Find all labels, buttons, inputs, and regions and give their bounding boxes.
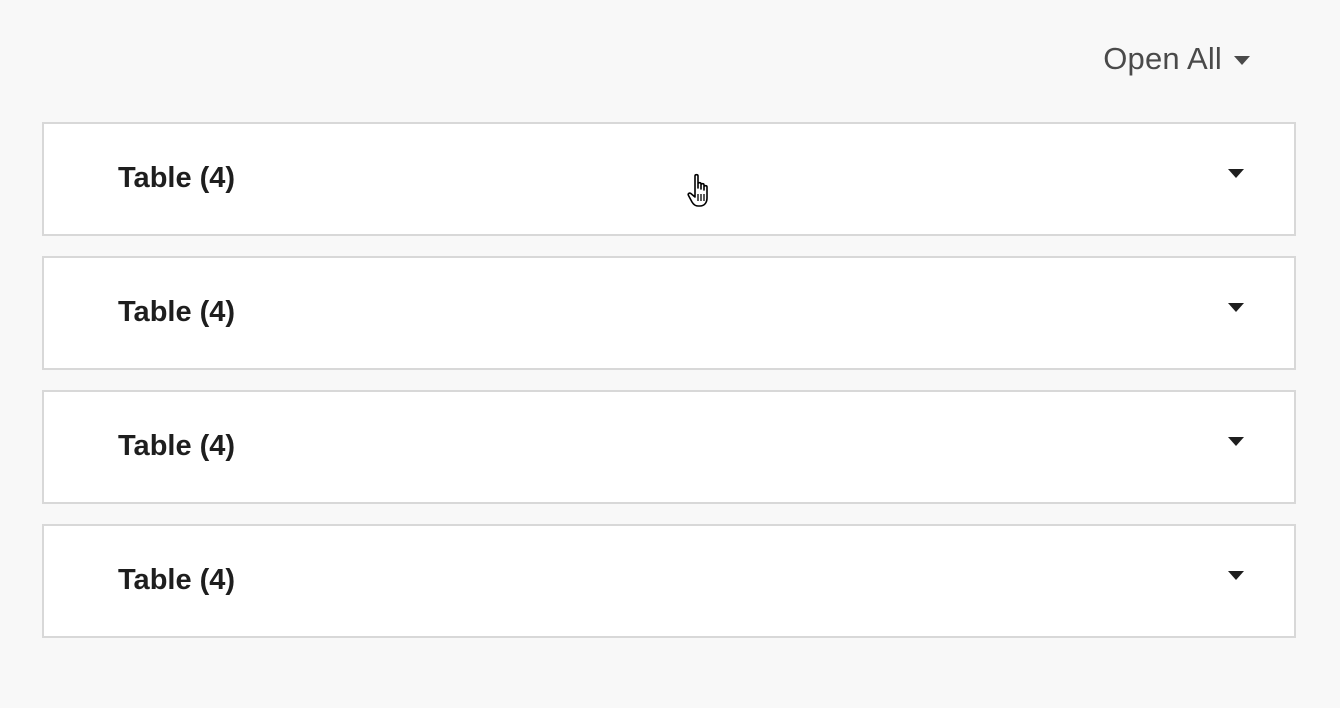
open-all-label: Open All (1103, 41, 1222, 76)
accordion-item-table[interactable]: Table (4) (42, 122, 1296, 236)
chevron-down-icon[interactable] (1228, 169, 1244, 178)
accordion-item-table[interactable]: Table (4) (42, 524, 1296, 638)
chevron-down-icon[interactable] (1228, 303, 1244, 312)
chevron-down-icon[interactable] (1228, 437, 1244, 446)
open-all-button[interactable]: Open All (1103, 40, 1250, 78)
page: Open All Table (4) Table (4) Table (4) T… (0, 0, 1340, 708)
accordion-item-table[interactable]: Table (4) (42, 390, 1296, 504)
accordion-item-title: Table (4) (118, 162, 236, 194)
accordion-item-table[interactable]: Table (4) (42, 256, 1296, 370)
accordion-list: Table (4) Table (4) Table (4) Table (4) (42, 122, 1296, 658)
chevron-down-icon (1234, 55, 1250, 65)
accordion-item-title: Table (4) (118, 430, 236, 462)
accordion-item-title: Table (4) (118, 296, 236, 328)
chevron-down-icon[interactable] (1228, 571, 1244, 580)
accordion-item-title: Table (4) (118, 564, 236, 596)
